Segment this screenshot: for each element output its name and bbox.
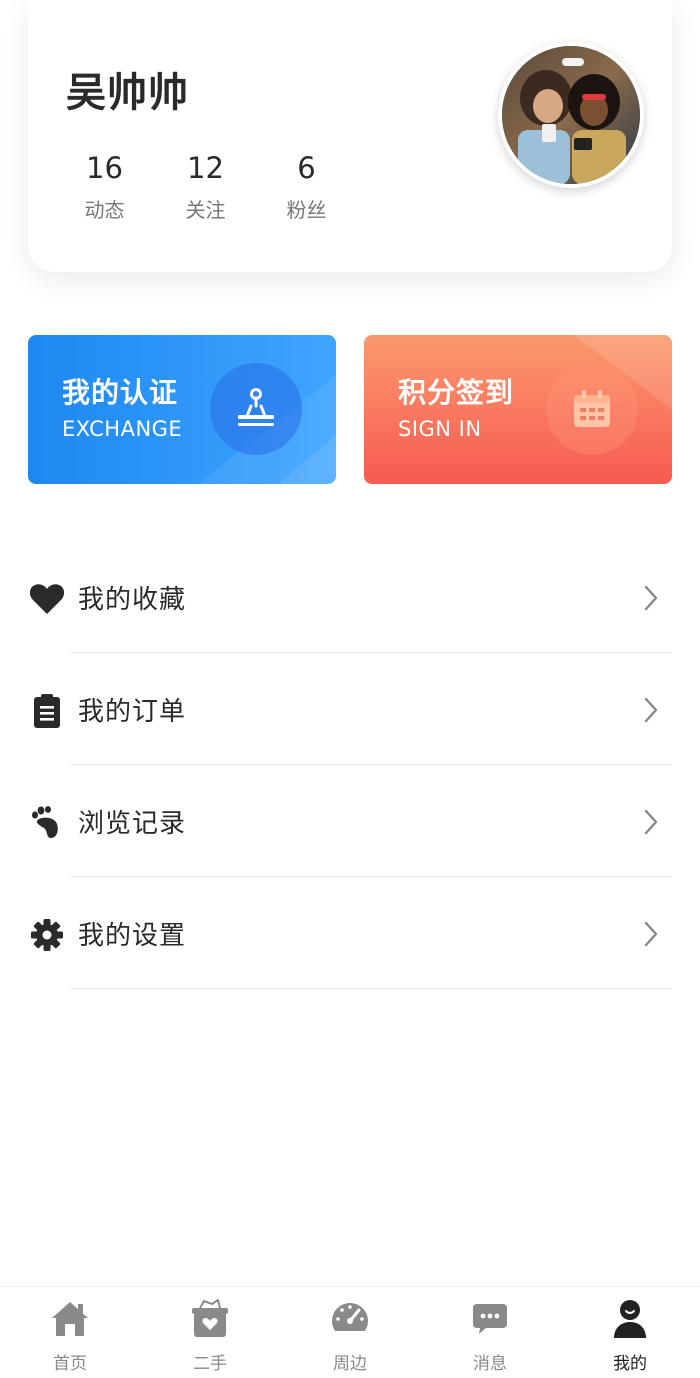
menu-label: 我的订单 bbox=[78, 697, 187, 727]
chat-bubble-icon bbox=[470, 1299, 510, 1339]
chevron-right-icon bbox=[644, 921, 658, 947]
calendar-icon bbox=[546, 363, 638, 455]
sign-in-card[interactable]: 积分签到 SIGN IN bbox=[364, 335, 672, 484]
tab-label: 周边 bbox=[333, 1354, 367, 1374]
user-name: 吴帅帅 bbox=[66, 70, 189, 116]
card-subtitle: SIGN IN bbox=[398, 417, 482, 441]
profile-card: 吴帅帅 16 动态 12 关注 6 粉丝 bbox=[28, 0, 672, 272]
menu-item-orders[interactable]: 我的订单 bbox=[0, 653, 700, 765]
avatar[interactable] bbox=[498, 42, 644, 188]
stat-value: 16 bbox=[86, 151, 123, 185]
menu-label: 浏览记录 bbox=[78, 809, 187, 839]
tab-label: 首页 bbox=[53, 1354, 87, 1374]
footprint-icon bbox=[29, 805, 65, 841]
tab-home[interactable]: 首页 bbox=[0, 1287, 140, 1378]
stat-value: 6 bbox=[297, 151, 316, 185]
tab-label: 二手 bbox=[193, 1354, 227, 1374]
tab-messages[interactable]: 消息 bbox=[420, 1287, 560, 1378]
stat-followers[interactable]: 6 粉丝 bbox=[256, 150, 357, 223]
menu-item-favorites[interactable]: 我的收藏 bbox=[0, 541, 700, 653]
clipboard-icon bbox=[29, 693, 65, 729]
heart-icon bbox=[29, 581, 65, 617]
user-icon bbox=[610, 1299, 650, 1339]
stamp-icon bbox=[210, 363, 302, 455]
stat-value: 12 bbox=[187, 151, 224, 185]
tab-secondhand[interactable]: 二手 bbox=[140, 1287, 280, 1378]
tab-nearby[interactable]: 周边 bbox=[280, 1287, 420, 1378]
tab-bar: 首页 二手 周边 消息 我的 bbox=[0, 1286, 700, 1378]
profile-stats: 16 动态 12 关注 6 粉丝 bbox=[54, 150, 357, 223]
menu-list: 我的收藏 我的订单 浏览记录 我的设置 bbox=[0, 541, 700, 989]
menu-item-settings[interactable]: 我的设置 bbox=[0, 877, 700, 989]
stat-posts[interactable]: 16 动态 bbox=[54, 150, 155, 223]
certification-card[interactable]: 我的认证 EXCHANGE bbox=[28, 335, 336, 484]
stat-following[interactable]: 12 关注 bbox=[155, 150, 256, 223]
chevron-right-icon bbox=[644, 809, 658, 835]
stat-label: 动态 bbox=[84, 198, 125, 222]
tab-mine[interactable]: 我的 bbox=[560, 1287, 700, 1378]
speedometer-icon bbox=[330, 1299, 370, 1339]
tab-label: 消息 bbox=[473, 1354, 507, 1374]
menu-label: 我的设置 bbox=[78, 921, 187, 951]
card-subtitle: EXCHANGE bbox=[62, 417, 183, 441]
tab-label: 我的 bbox=[613, 1354, 647, 1374]
stat-label: 粉丝 bbox=[286, 198, 327, 222]
card-title: 我的认证 bbox=[62, 376, 179, 409]
home-icon bbox=[50, 1299, 90, 1339]
menu-item-history[interactable]: 浏览记录 bbox=[0, 765, 700, 877]
divider bbox=[71, 988, 672, 989]
secondhand-box-icon bbox=[190, 1299, 230, 1339]
avatar-photo bbox=[502, 46, 640, 184]
gear-icon bbox=[29, 917, 65, 953]
menu-label: 我的收藏 bbox=[78, 585, 187, 615]
chevron-right-icon bbox=[644, 697, 658, 723]
stat-label: 关注 bbox=[185, 198, 226, 222]
card-title: 积分签到 bbox=[398, 376, 515, 409]
chevron-right-icon bbox=[644, 585, 658, 611]
